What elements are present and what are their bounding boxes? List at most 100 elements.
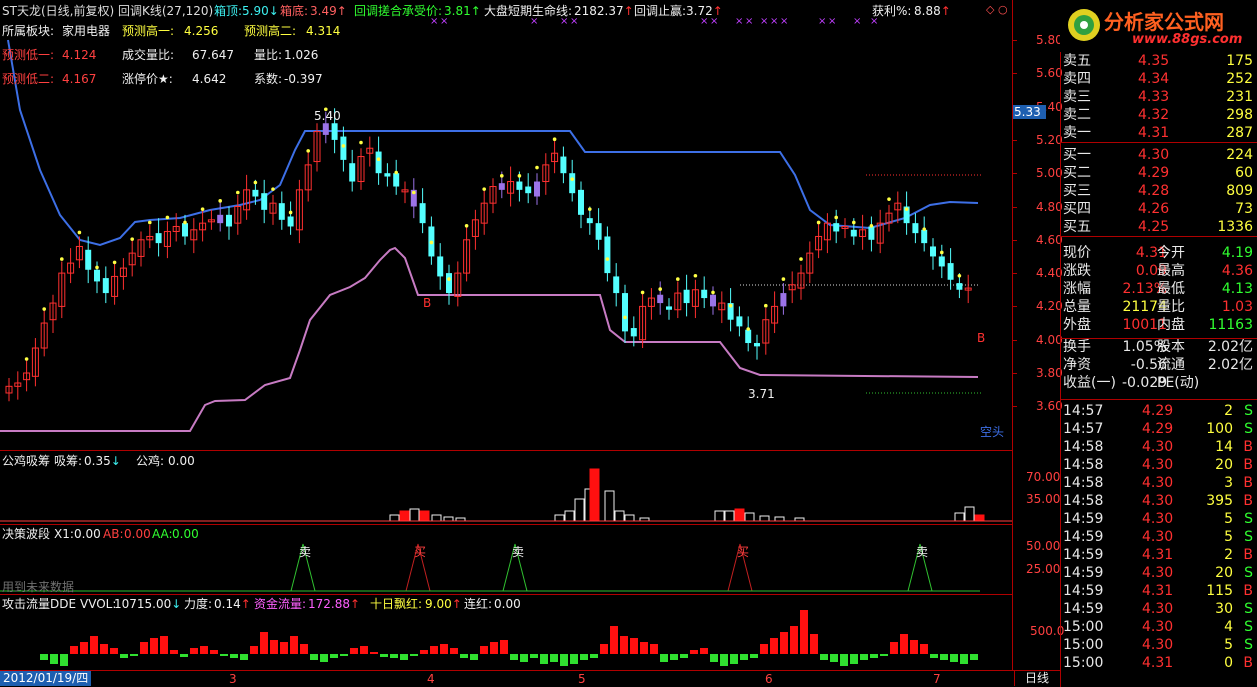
signal-dot	[24, 357, 29, 361]
tick-time: 14:58	[1063, 475, 1104, 491]
sub3-bar	[710, 654, 718, 662]
stats-label: 股本	[1157, 339, 1185, 355]
tick-row[interactable]: 14:59 4.30 20 S	[1060, 564, 1257, 582]
sub3-bar	[390, 654, 398, 658]
header-title: ST天龙(日线,前复权)	[2, 4, 115, 18]
tick-row[interactable]: 14:59 4.31 2 B	[1060, 546, 1257, 564]
tick-row[interactable]: 14:58 4.30 20 B	[1060, 456, 1257, 474]
order-book-row[interactable]: 卖一 4.31 287	[1060, 124, 1257, 142]
window-diamond-icon[interactable]: ◇ ○	[986, 3, 1008, 17]
order-book-divider	[1060, 142, 1257, 143]
tick-time: 14:57	[1063, 403, 1104, 419]
candle-body	[498, 183, 505, 190]
top-marker: ×	[760, 16, 768, 27]
signal-dot	[940, 250, 944, 255]
order-book-row[interactable]: 买三 4.28 809	[1060, 182, 1257, 200]
sub1-bar	[759, 515, 770, 522]
sub3-bar	[840, 654, 848, 666]
sub1-value1: 0.35↓	[84, 454, 121, 468]
tick-row[interactable]: 14:59 4.30 5 S	[1060, 510, 1257, 528]
tick-row[interactable]: 14:58 4.30 14 B	[1060, 438, 1257, 456]
tick-volume: 395	[1206, 493, 1233, 509]
tick-time: 14:58	[1063, 493, 1104, 509]
tick-row[interactable]: 14:57 4.29 100 S	[1060, 420, 1257, 438]
sub3-bar	[860, 654, 868, 660]
tick-side: B	[1243, 457, 1253, 473]
order-book-row[interactable]: 买四 4.26 73	[1060, 200, 1257, 218]
stats-label: 涨幅	[1063, 281, 1091, 297]
sub3-force-label: 力度:	[184, 597, 213, 611]
stats-row: 总量 21174 量比 1.03	[1060, 298, 1257, 316]
sub3-bar	[880, 654, 888, 656]
sub3-bar	[890, 642, 898, 654]
sub1-bar	[443, 516, 454, 522]
sub3-bar	[640, 642, 648, 654]
pred-low2-value: 4.167	[62, 72, 97, 86]
tick-row[interactable]: 15:00 4.30 5 S	[1060, 636, 1257, 654]
candle-body	[516, 181, 523, 190]
tick-time: 14:59	[1063, 601, 1104, 617]
sub3-bar	[540, 654, 548, 664]
tick-side: S	[1244, 511, 1253, 527]
order-book-row[interactable]: 买五 4.25 1336	[1060, 218, 1257, 236]
sub3-bar	[260, 632, 268, 654]
signal-dot	[148, 220, 152, 225]
sub3-bar	[560, 654, 568, 666]
candle-body	[217, 214, 224, 224]
signal-dot	[676, 277, 680, 281]
sub3-bar	[360, 646, 368, 654]
tick-row[interactable]: 14:58 4.30 3 B	[1060, 474, 1257, 492]
tick-volume: 100	[1206, 421, 1233, 437]
sub3-bar	[120, 654, 128, 658]
buy-marker-2: B	[977, 331, 986, 345]
sub3-bar	[590, 654, 598, 658]
tick-price: 4.30	[1142, 511, 1174, 527]
tick-time: 14:58	[1063, 439, 1104, 455]
kline-chart[interactable]: × × × × × × × × × × × × × × × ×	[0, 0, 1012, 450]
sell-signal-3: 卖	[916, 545, 929, 559]
limit-label: 涨停价★:	[122, 72, 173, 86]
tick-row[interactable]: 14:57 4.29 2 S	[1060, 402, 1257, 420]
sub3-bar	[940, 654, 948, 660]
tick-row[interactable]: 15:00 4.31 0 B	[1060, 654, 1257, 672]
sub3-bar	[730, 654, 738, 664]
candle-body	[534, 181, 540, 197]
sub3-bar	[780, 632, 788, 654]
sub1-axis-2: 35.00	[1026, 492, 1061, 506]
candle-body	[384, 173, 391, 177]
pred-high2-label: 预测高二:	[244, 24, 297, 38]
period-button[interactable]: 日线	[1014, 671, 1059, 686]
sub1-bar	[974, 514, 985, 522]
sub1-bar	[604, 490, 615, 522]
tick-row[interactable]: 14:59 4.30 5 S	[1060, 528, 1257, 546]
axis-separator	[1012, 0, 1013, 670]
order-book-label: 买三	[1063, 183, 1091, 199]
tick-row[interactable]: 14:58 4.30 395 B	[1060, 492, 1257, 510]
tick-row[interactable]: 14:59 4.30 30 S	[1060, 600, 1257, 618]
tick-row[interactable]: 14:59 4.31 115 B	[1060, 582, 1257, 600]
order-book-price: 4.28	[1138, 183, 1170, 199]
candle-body	[375, 151, 382, 174]
top-marker: ×	[745, 16, 753, 27]
date-tick-5: 7	[933, 672, 941, 686]
order-book-row[interactable]: 卖二 4.32 298	[1060, 106, 1257, 124]
candle-body	[393, 173, 400, 187]
order-book-row[interactable]: 卖五 4.35 175	[1060, 52, 1257, 70]
sub3-lian-label: 连红:	[464, 597, 493, 611]
order-book-label: 卖五	[1063, 53, 1091, 69]
order-book-row[interactable]: 卖三 4.33 231	[1060, 88, 1257, 106]
sub3-bar	[750, 654, 758, 658]
tick-row[interactable]: 15:00 4.30 4 S	[1060, 618, 1257, 636]
sub2-future-note: 用到未来数据	[2, 580, 75, 594]
stats-label: 外盘	[1063, 317, 1091, 333]
sub2-axis-2: 25.00	[1026, 562, 1061, 576]
order-book-row[interactable]: 买一 4.30 224	[1060, 146, 1257, 164]
sub3-bar	[580, 654, 588, 660]
sub3-bar	[250, 646, 258, 654]
candle-body	[560, 156, 567, 174]
order-book-row[interactable]: 买二 4.29 60	[1060, 164, 1257, 182]
stats-value: 2.02亿	[1207, 339, 1253, 355]
sub3-bar	[650, 644, 658, 654]
candles	[5, 108, 972, 402]
order-book-row[interactable]: 卖四 4.34 252	[1060, 70, 1257, 88]
